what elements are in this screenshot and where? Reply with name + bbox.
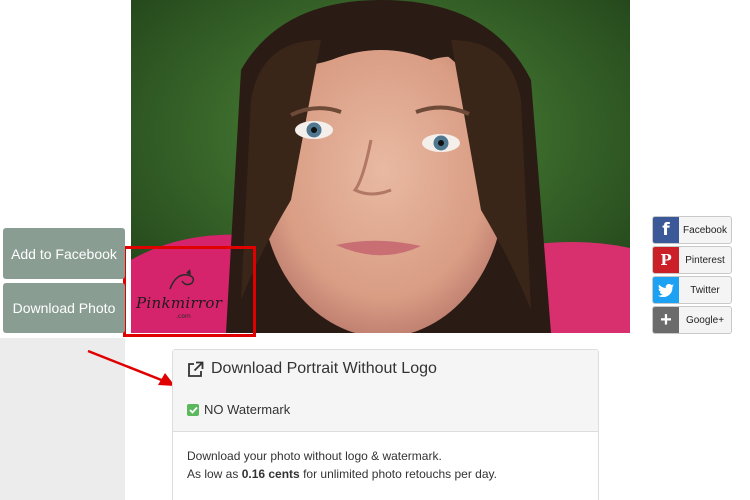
panel-body: Download your photo without logo & water… (173, 432, 598, 498)
twitter-icon (653, 277, 679, 303)
panel-description-line2: As low as 0.16 cents for unlimited photo… (187, 465, 584, 483)
watermark-logo-icon (169, 269, 195, 290)
external-link-icon (188, 361, 204, 377)
pinterest-icon: P (653, 247, 679, 273)
watermark-logo-domain: .com (176, 313, 191, 320)
share-facebook-button[interactable]: f Facebook (652, 216, 732, 244)
share-twitter-button[interactable]: Twitter (652, 276, 732, 304)
no-watermark-option[interactable]: NO Watermark (187, 402, 584, 417)
facebook-icon: f (653, 217, 679, 243)
watermark-logo-text: Pinkmirror (136, 294, 223, 312)
download-without-logo-panel: Download Portrait Without Logo NO Waterm… (172, 349, 599, 500)
share-google-plus-button[interactable]: + Google+ (652, 306, 732, 334)
share-pinterest-button[interactable]: P Pinterest (652, 246, 732, 274)
google-plus-icon: + (653, 307, 679, 333)
share-twitter-label: Twitter (690, 284, 720, 296)
panel-description-line1: Download your photo without logo & water… (187, 449, 442, 463)
share-pinterest-label: Pinterest (685, 254, 725, 266)
price-suffix: for unlimited photo retouchs per day. (299, 467, 497, 481)
add-to-facebook-button[interactable]: Add to Facebook (3, 228, 125, 279)
download-photo-button[interactable]: Download Photo (3, 283, 125, 333)
share-facebook-label: Facebook (683, 224, 727, 236)
watermark-highlight-box: Pinkmirror .com (123, 246, 256, 337)
share-google-plus-label: Google+ (685, 314, 725, 326)
red-arrow-annotation (87, 349, 175, 386)
price-prefix: As low as (187, 467, 242, 481)
price-value: 0.16 cents (241, 467, 300, 481)
checkbox-checked-icon[interactable] (187, 403, 199, 416)
no-watermark-label: NO Watermark (204, 402, 291, 417)
panel-title-row[interactable]: Download Portrait Without Logo (187, 359, 584, 379)
panel-header: Download Portrait Without Logo NO Waterm… (173, 350, 598, 432)
panel-title: Download Portrait Without Logo (211, 360, 437, 377)
